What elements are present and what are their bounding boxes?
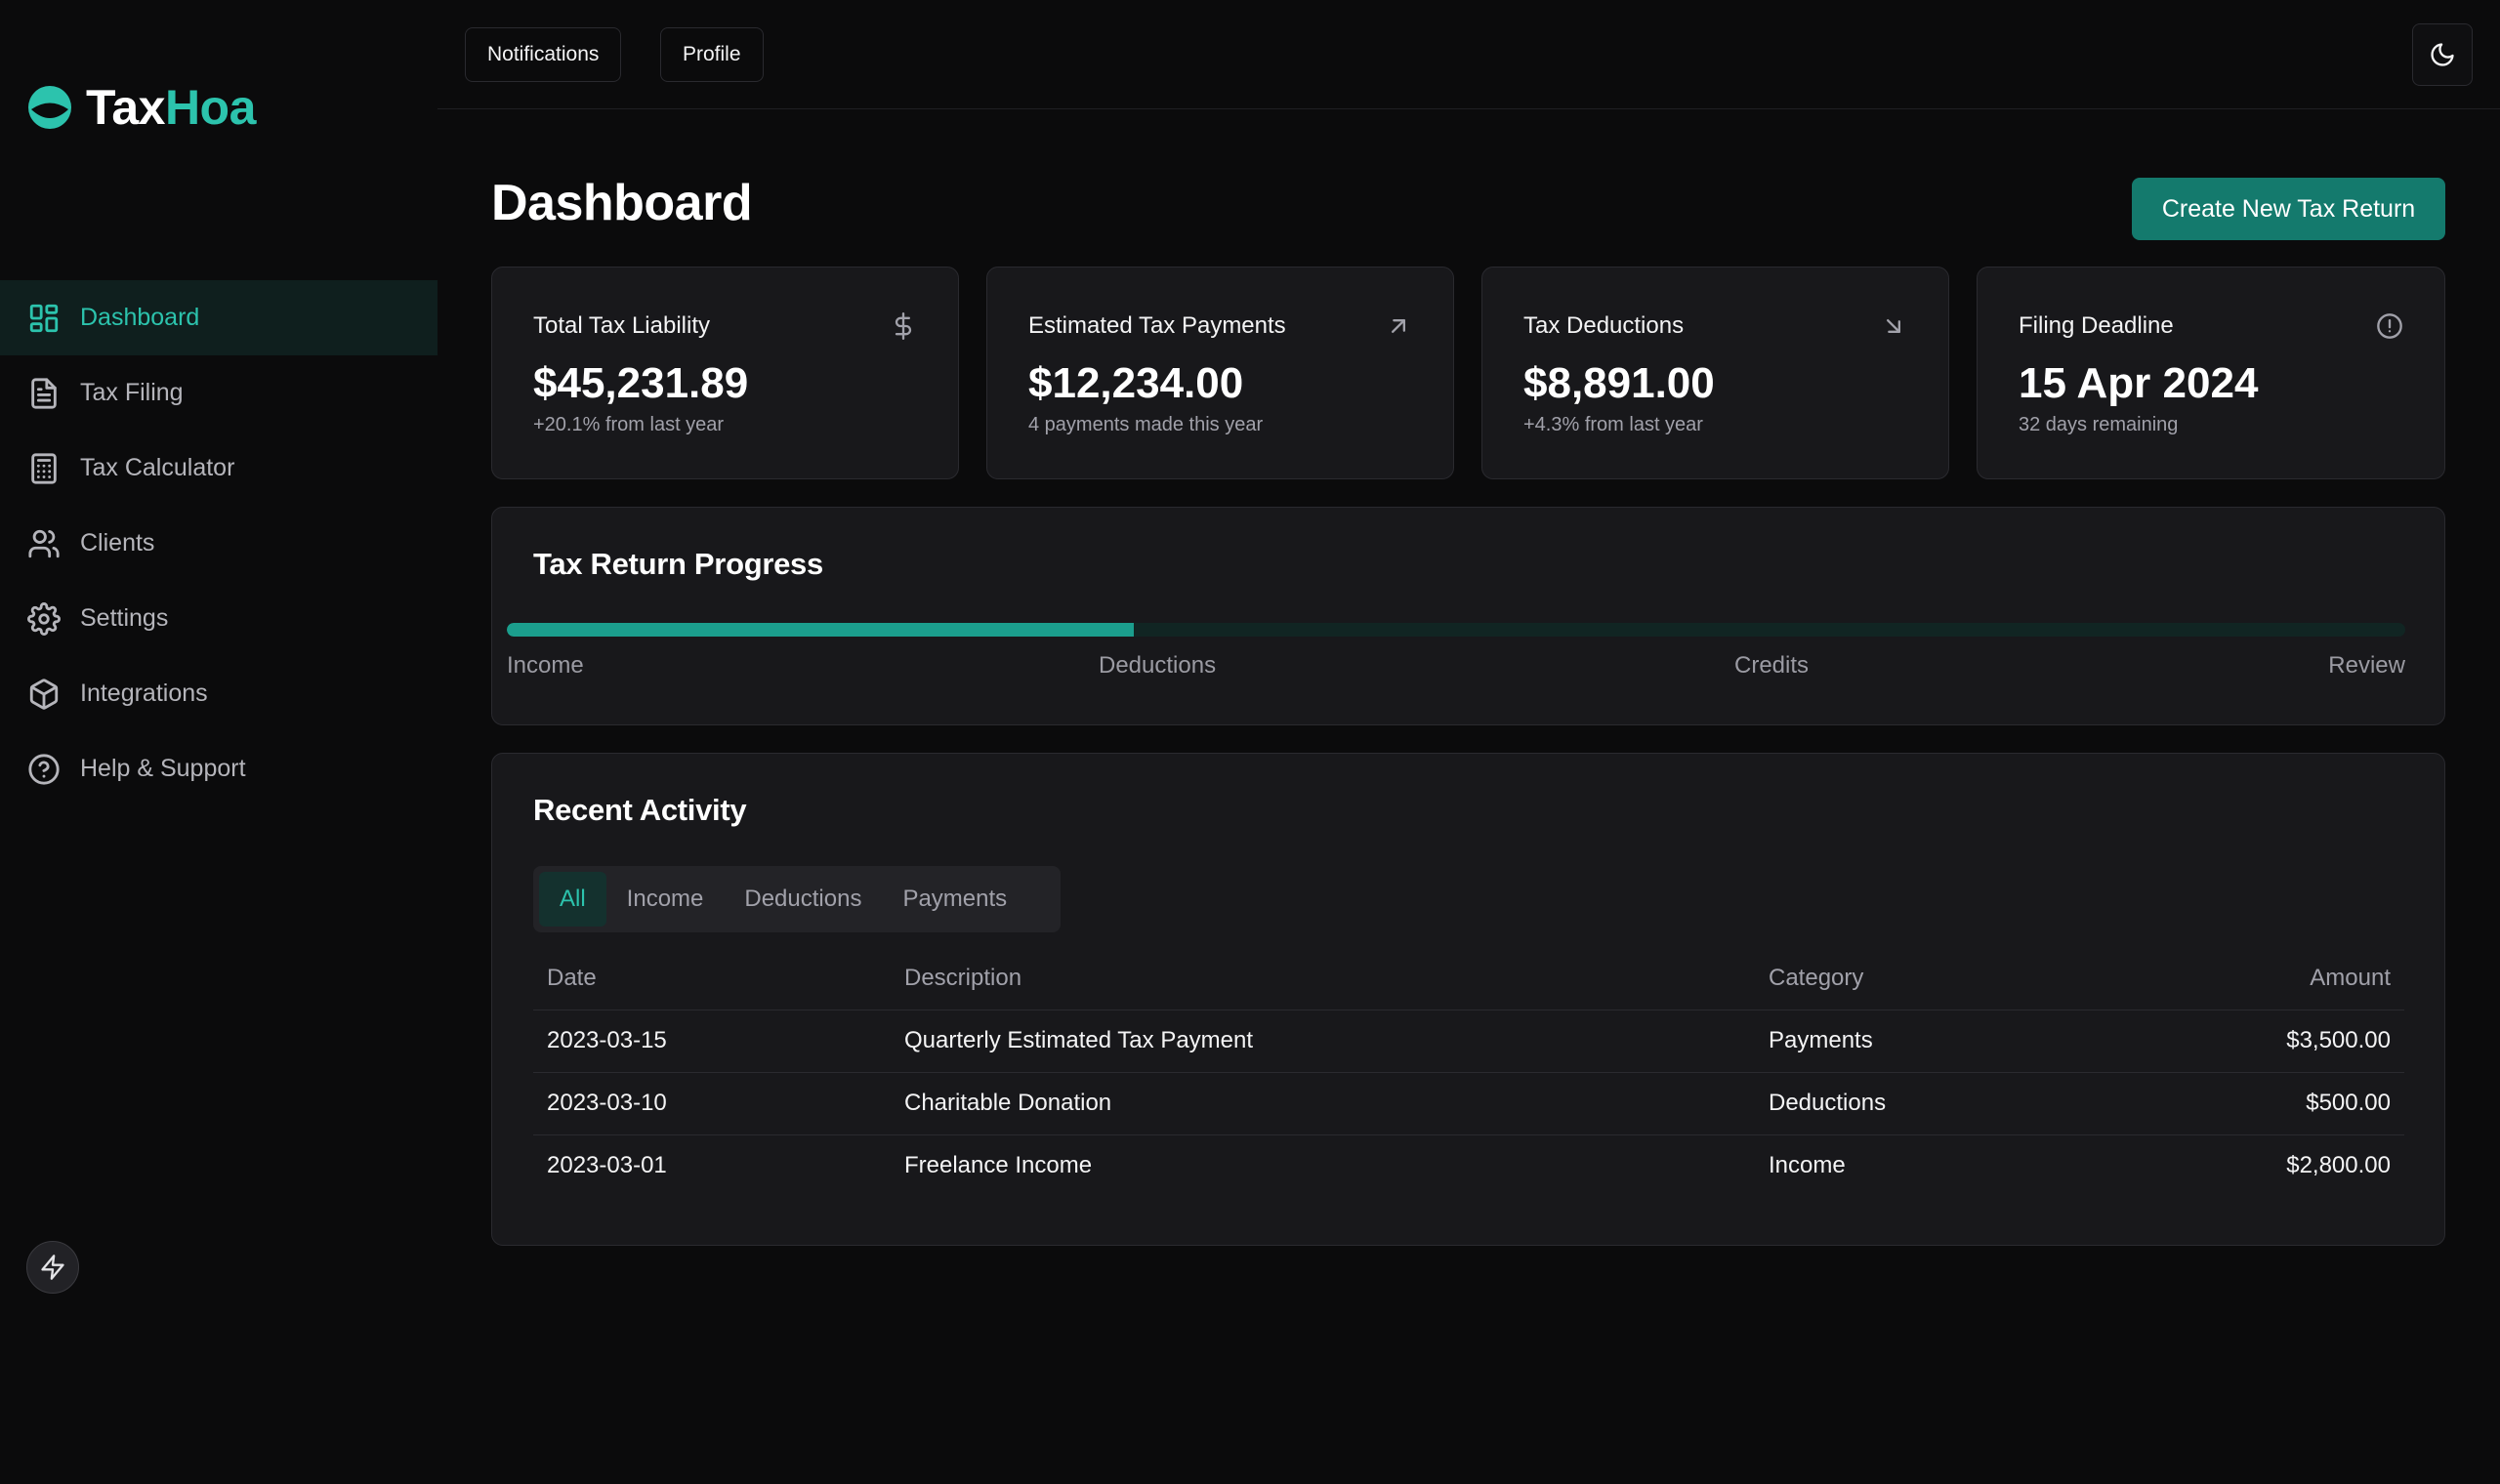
stat-label: Estimated Tax Payments: [1028, 312, 1286, 339]
top-bar: Notifications Profile: [438, 0, 2500, 109]
stat-value: $8,891.00: [1523, 359, 1715, 407]
stat-card-tax-deductions: Tax Deductions $8,891.00 +4.3% from last…: [1481, 267, 1949, 479]
recent-activity-title: Recent Activity: [533, 793, 747, 827]
brand-name-part1: Tax: [86, 80, 165, 135]
profile-button[interactable]: Profile: [660, 27, 764, 82]
recent-activity-card: Recent Activity All Income Deductions Pa…: [491, 753, 2445, 1246]
sidebar-item-tax-filing[interactable]: Tax Filing: [0, 355, 438, 431]
cell-date: 2023-03-10: [533, 1072, 891, 1135]
help-circle-icon: [28, 753, 60, 785]
sidebar-nav: Dashboard Tax Filing Tax Calculator Clie…: [0, 280, 438, 806]
arrow-down-right-icon: [1880, 312, 1907, 340]
sidebar-item-label: Help & Support: [80, 755, 246, 782]
sidebar-item-label: Tax Filing: [80, 379, 184, 406]
users-icon: [28, 529, 60, 557]
table-row[interactable]: 2023-03-15 Quarterly Estimated Tax Payme…: [533, 1010, 2404, 1073]
cell-amount: $2,800.00: [2286, 1152, 2391, 1179]
sidebar-item-label: Settings: [80, 604, 169, 632]
cell-description: Quarterly Estimated Tax Payment: [891, 1010, 1755, 1073]
column-header-date: Date: [533, 947, 891, 1010]
alert-circle-icon: [2376, 312, 2403, 340]
progress-step-income: Income: [507, 652, 584, 679]
stat-value: $12,234.00: [1028, 359, 1244, 407]
sidebar: TaxHoa Dashboard Tax Filing Tax Calculat…: [0, 0, 438, 1484]
stat-card-total-tax-liability: Total Tax Liability $45,231.89 +20.1% fr…: [491, 267, 959, 479]
sidebar-item-label: Integrations: [80, 680, 208, 707]
brand-logo[interactable]: TaxHoa: [25, 76, 256, 139]
sidebar-item-help-support[interactable]: Help & Support: [0, 731, 438, 806]
stat-label: Tax Deductions: [1523, 312, 1685, 339]
brand-name-part2: Hoa: [164, 80, 256, 135]
cell-amount: $500.00: [2146, 1072, 2404, 1135]
progress-bar: [507, 623, 2405, 637]
progress-step-review: Review: [2328, 652, 2405, 679]
stat-subtext: 32 days remaining: [2019, 414, 2179, 435]
progress-bar-fill: [507, 623, 1134, 637]
cell-category: Payments: [1755, 1010, 2146, 1073]
progress-step-deductions: Deductions: [1099, 652, 1217, 679]
sidebar-item-tax-calculator[interactable]: Tax Calculator: [0, 431, 438, 506]
sidebar-item-label: Clients: [80, 529, 155, 556]
cell-description: Freelance Income: [904, 1152, 1093, 1179]
tab-deductions[interactable]: Deductions: [724, 872, 882, 927]
tab-payments[interactable]: Payments: [882, 872, 1027, 927]
dollar-icon: [890, 312, 917, 340]
notifications-button[interactable]: Notifications: [465, 27, 622, 82]
stat-card-filing-deadline: Filing Deadline 15 Apr 2024 32 days rema…: [1977, 267, 2445, 479]
sidebar-item-label: Tax Calculator: [80, 454, 235, 481]
cell-description: Charitable Donation: [891, 1072, 1755, 1135]
sidebar-item-dashboard[interactable]: Dashboard: [0, 280, 438, 355]
logo-icon: [28, 86, 71, 129]
moon-icon: [2431, 43, 2454, 66]
stat-value: 15 Apr 2024: [2019, 359, 2259, 407]
bolt-icon: [41, 1255, 64, 1280]
quick-action-button[interactable]: [26, 1241, 79, 1294]
cell-category: Income: [1769, 1152, 1846, 1179]
cell-date: 2023-03-15: [533, 1010, 891, 1073]
column-header-description: Description: [891, 947, 1755, 1010]
theme-toggle-button[interactable]: [2412, 23, 2473, 86]
table-header-row: Date Description Category Amount: [533, 947, 2404, 1010]
arrow-up-right-icon: [1385, 312, 1412, 340]
tax-return-progress-card: Tax Return Progress Income Deductions Cr…: [491, 507, 2445, 725]
column-header-category: Category: [1755, 947, 2146, 1010]
create-tax-return-button[interactable]: Create New Tax Return: [2132, 178, 2445, 240]
sidebar-item-settings[interactable]: Settings: [0, 581, 438, 656]
stat-label: Filing Deadline: [2019, 312, 2174, 339]
table-row[interactable]: 2023-03-10 Charitable Donation Deduction…: [533, 1072, 2404, 1135]
sidebar-item-clients[interactable]: Clients: [0, 506, 438, 581]
tab-income[interactable]: Income: [606, 872, 725, 927]
stat-label: Total Tax Liability: [533, 312, 710, 339]
stat-card-estimated-tax-payments: Estimated Tax Payments $12,234.00 4 paym…: [986, 267, 1454, 479]
sidebar-item-integrations[interactable]: Integrations: [0, 656, 438, 731]
calculator-icon: [31, 452, 57, 484]
cell-amount: $3,500.00: [2146, 1010, 2404, 1073]
progress-title: Tax Return Progress: [533, 547, 823, 581]
file-text-icon: [31, 377, 57, 409]
package-icon: [29, 678, 59, 710]
app-root: TaxHoa Dashboard Tax Filing Tax Calculat…: [0, 0, 2500, 1484]
tab-all[interactable]: All: [539, 872, 606, 927]
column-header-amount: Amount: [2146, 947, 2404, 1010]
activity-table: Date Description Category Amount 2023-03…: [533, 947, 2404, 1197]
progress-step-credits: Credits: [1734, 652, 1810, 679]
brand-name: TaxHoa: [86, 79, 256, 136]
stat-subtext: 4 payments made this year: [1028, 414, 1264, 435]
cell-category: Deductions: [1755, 1072, 2146, 1135]
gear-icon: [27, 601, 61, 636]
activity-tabs: All Income Deductions Payments: [533, 866, 1061, 932]
stat-value: $45,231.89: [533, 359, 749, 407]
table-row[interactable]: 2023-03-01 Freelance Income Income $2,80…: [533, 1134, 2404, 1197]
layout-grid-icon: [29, 304, 59, 332]
stat-subtext: +4.3% from last year: [1523, 414, 1703, 435]
page-title: Dashboard: [491, 175, 753, 231]
cell-date: 2023-03-01: [547, 1152, 667, 1179]
stat-subtext: +20.1% from last year: [533, 414, 725, 435]
sidebar-item-label: Dashboard: [80, 304, 200, 331]
